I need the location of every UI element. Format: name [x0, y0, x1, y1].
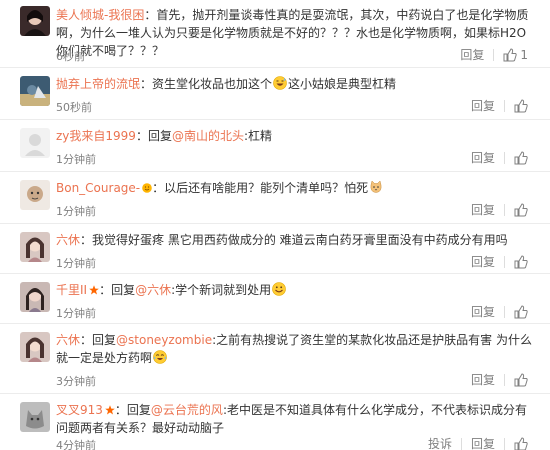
username-link[interactable]: 美人倾城-我很困 — [56, 8, 144, 22]
like-count: 1 — [520, 47, 528, 62]
avatar[interactable] — [20, 128, 50, 158]
comment-text: ：我觉得好蛋疼 黑它用西药做成分的 难道云南白药牙膏里面没有中药成分有用吗 — [80, 233, 508, 247]
username-link[interactable]: 六休 — [56, 333, 80, 347]
reply-button[interactable]: 回复 — [471, 253, 495, 270]
like-icon[interactable] — [514, 304, 528, 319]
comment-text: :杠精 — [243, 129, 273, 143]
comment-actions: 回复 — [471, 149, 528, 166]
like-icon[interactable] — [503, 47, 518, 62]
comment-text: ：资生堂化妆品也加这个 — [140, 77, 273, 91]
avatar[interactable] — [20, 180, 50, 210]
divider — [504, 255, 505, 268]
grinning-sweat-emoji-icon — [273, 76, 287, 90]
comment-actions: 投诉 回复 — [428, 435, 528, 450]
like-icon[interactable] — [514, 150, 528, 165]
comment-text: ：回复 — [99, 283, 136, 297]
divider — [460, 437, 462, 450]
mention-link[interactable]: @南山的北头 — [172, 129, 244, 143]
timestamp: 1分钟前 — [56, 153, 96, 166]
mention-link[interactable]: @stoneyzombie — [116, 333, 212, 347]
timestamp: 1分钟前 — [56, 257, 96, 270]
comment-item: 六休：回复@stoneyzombie:之前有热搜说了资生堂的某款化妆品还是护肤品… — [0, 324, 550, 394]
like-icon[interactable] — [514, 254, 528, 269]
divider — [504, 203, 505, 216]
timestamp: 1分钟前 — [56, 307, 96, 320]
reply-button[interactable]: 回复 — [471, 435, 495, 450]
reply-button[interactable]: 回复 — [460, 46, 484, 63]
comment-actions: 回复 — [471, 97, 528, 114]
username-link[interactable]: Bon_Courage- — [56, 181, 140, 195]
comment-body: 千里II ：回复@六休:学个新词就到处用 — [56, 281, 536, 299]
like-icon[interactable] — [514, 436, 528, 450]
username-link[interactable]: 六休 — [56, 233, 80, 247]
comment-item: zy我来自1999：回复@南山的北头:杠精 1分钟前 回复 — [0, 120, 550, 172]
avatar[interactable] — [20, 6, 50, 36]
cat-face-emoji-icon — [369, 180, 383, 194]
timestamp: 6秒前 — [56, 50, 85, 63]
timestamp: 3分钟前 — [56, 375, 96, 388]
report-button[interactable]: 投诉 — [428, 435, 452, 450]
star-badge-icon — [89, 282, 99, 295]
comment-item: Bon_Courage- ：以后还有啥能用？能列个清单吗？怕死 1分钟前 回复 — [0, 172, 550, 224]
mention-link[interactable]: @六休 — [135, 283, 171, 297]
comment-actions: 回复 1 — [460, 46, 528, 63]
username-link[interactable]: 抛弃上帝的流氓 — [56, 77, 140, 91]
timestamp: 50秒前 — [56, 101, 92, 114]
avatar[interactable] — [20, 232, 50, 262]
comment-body: 六休：我觉得好蛋疼 黑它用西药做成分的 难道云南白药牙膏里面没有中药成分有用吗 — [56, 231, 536, 249]
comment-actions: 回复 — [471, 253, 528, 270]
star-badge-icon — [105, 402, 115, 415]
divider — [504, 373, 505, 386]
comment-item: 抛弃上帝的流氓：资生堂化妆品也加这个 这小姑娘是典型杠精 50秒前 回复 — [0, 68, 550, 120]
comment-text: 这小姑娘是典型杠精 — [288, 77, 397, 91]
like-icon[interactable] — [514, 372, 528, 387]
username-link[interactable]: zy我来自1999 — [56, 129, 136, 143]
comment-item: 六休：我觉得好蛋疼 黑它用西药做成分的 难道云南白药牙膏里面没有中药成分有用吗 … — [0, 224, 550, 274]
comment-item: 叉叉913 ：回复@云台荒的风:老中医是不知道具体有什么化学成分，不代表标识成分有… — [0, 394, 550, 450]
comment-body: 六休：回复@stoneyzombie:之前有热搜说了资生堂的某款化妆品还是护肤品… — [56, 331, 536, 367]
reply-button[interactable]: 回复 — [471, 371, 495, 388]
timestamp: 4分钟前 — [56, 439, 96, 450]
like-icon[interactable] — [514, 202, 528, 217]
comment-text: ：以后还有啥能用？能列个清单吗？怕死 — [152, 181, 369, 195]
comment-actions: 回复 — [471, 201, 528, 218]
comment-actions: 回复 — [471, 371, 528, 388]
comment-item: 美人倾城-我很困：首先，抛开剂量谈毒性真的是耍流氓，其次，中药说白了也是化学物质… — [0, 0, 550, 68]
avatar[interactable] — [20, 402, 50, 432]
avatar[interactable] — [20, 282, 50, 312]
timestamp: 1分钟前 — [56, 205, 96, 218]
comment-text: ：回复 — [114, 403, 151, 417]
divider — [504, 99, 505, 112]
divider — [504, 437, 505, 450]
comment-text: :学个新词就到处用 — [171, 283, 272, 297]
comment-body: 叉叉913 ：回复@云台荒的风:老中医是不知道具体有什么化学成分，不代表标识成分有… — [56, 401, 536, 437]
avatar[interactable] — [20, 76, 50, 106]
comment-item: 千里II ：回复@六休:学个新词就到处用 1分钟前 回复 — [0, 274, 550, 324]
comment-text: ：回复 — [80, 333, 117, 347]
comment-body: Bon_Courage- ：以后还有啥能用？能列个清单吗？怕死 — [56, 179, 536, 197]
username-link[interactable]: 千里II — [56, 283, 87, 297]
comment-actions: 回复 — [471, 303, 528, 320]
cry-laugh-emoji-icon — [153, 350, 167, 364]
comment-body: 抛弃上帝的流氓：资生堂化妆品也加这个 这小姑娘是典型杠精 — [56, 75, 536, 93]
mention-link[interactable]: @云台荒的风 — [151, 403, 223, 417]
username-link[interactable]: 叉叉913 — [56, 403, 103, 417]
comment-text: ：回复 — [135, 129, 172, 143]
reply-button[interactable]: 回复 — [471, 201, 495, 218]
avatar[interactable] — [20, 332, 50, 362]
reply-button[interactable]: 回复 — [471, 149, 495, 166]
divider — [504, 305, 505, 318]
divider — [493, 48, 495, 61]
reply-button[interactable]: 回复 — [471, 303, 495, 320]
reply-button[interactable]: 回复 — [471, 97, 495, 114]
grin-emoji-icon — [272, 282, 286, 296]
vip-badge-icon — [142, 180, 152, 193]
like-icon[interactable] — [514, 98, 528, 113]
comment-feed: 美人倾城-我很困：首先，抛开剂量谈毒性真的是耍流氓，其次，中药说白了也是化学物质… — [0, 0, 550, 450]
divider — [504, 151, 505, 164]
comment-body: zy我来自1999：回复@南山的北头:杠精 — [56, 127, 536, 145]
